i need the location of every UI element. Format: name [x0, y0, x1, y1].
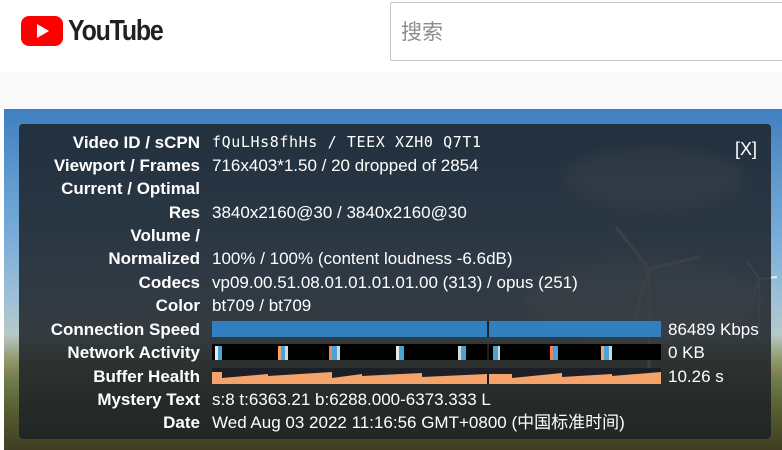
stats-row-color: Color bt709 / bt709 — [19, 294, 771, 317]
stats-value: 10.26 s — [668, 367, 724, 386]
stats-label: Buffer Health — [93, 367, 200, 386]
stats-row-connection-speed: Connection Speed 86489 Kbps — [19, 318, 771, 341]
stats-value: Wed Aug 03 2022 11:16:56 GMT+0800 (中国标准时… — [212, 413, 625, 432]
stats-row-date: Date Wed Aug 03 2022 11:16:56 GMT+0800 (… — [19, 411, 771, 434]
stats-label: Current / Optimal — [61, 179, 200, 198]
youtube-logo[interactable]: YouTube — [20, 15, 178, 47]
buffer-health-graph — [212, 368, 661, 384]
stats-row-normalized: Normalized 100% / 100% (content loudness… — [19, 247, 771, 270]
stats-label: Codecs — [138, 273, 200, 292]
stats-label: Mystery Text — [97, 390, 200, 409]
stats-label: Date — [163, 413, 200, 432]
stats-row-buffer-health: Buffer Health 10.26 s — [19, 365, 771, 388]
connection-speed-graph — [212, 321, 661, 337]
stats-for-nerds-panel: [X] Video ID / sCPN fQuLHs8fhHs / TEEX X… — [19, 124, 771, 439]
stats-label: Volume / — [130, 226, 200, 245]
stats-value: 3840x2160@30 / 3840x2160@30 — [212, 203, 467, 222]
stats-label: Res — [168, 203, 200, 222]
stats-row-current-optimal: Current / Optimal — [19, 177, 771, 200]
stats-label: Color — [155, 296, 200, 315]
stats-label: Connection Speed — [50, 320, 200, 339]
stats-value: 100% / 100% (content loudness -6.6dB) — [212, 249, 513, 268]
stats-row-video-id: Video ID / sCPN fQuLHs8fhHs / TEEX XZH0 … — [19, 131, 771, 154]
network-activity-graph — [212, 344, 661, 360]
stats-value: vp09.00.51.08.01.01.01.01.00 (313) / opu… — [212, 273, 578, 292]
stats-row-codecs: Codecs vp09.00.51.08.01.01.01.01.00 (313… — [19, 271, 771, 294]
stats-row-viewport: Viewport / Frames 716x403*1.50 / 20 drop… — [19, 154, 771, 177]
stats-label: Network Activity — [67, 343, 200, 362]
stats-value: 716x403*1.50 / 20 dropped of 2854 — [212, 156, 479, 175]
stats-row-res: Res 3840x2160@30 / 3840x2160@30 — [19, 201, 771, 224]
stats-value: s:8 t:6363.21 b:6288.000-6373.333 L — [212, 390, 491, 409]
youtube-logo-text: YouTube — [68, 14, 164, 47]
stats-value: fQuLHs8fhHs / TEEX XZH0 Q7T1 — [212, 133, 482, 151]
stats-value: 86489 Kbps — [668, 320, 759, 339]
stats-label: Normalized — [108, 249, 200, 268]
youtube-play-icon — [20, 16, 64, 46]
stats-label: Video ID / sCPN — [72, 133, 200, 152]
stats-row-network-activity: Network Activity 0 KB — [19, 341, 771, 364]
stats-label: Viewport / Frames — [53, 156, 200, 175]
stats-value: bt709 / bt709 — [212, 296, 312, 315]
stats-row-volume: Volume / — [19, 224, 771, 247]
page-spacer — [0, 72, 782, 109]
stats-value: 0 KB — [668, 343, 705, 362]
stats-row-mystery-text: Mystery Text s:8 t:6363.21 b:6288.000-63… — [19, 388, 771, 411]
masthead: YouTube — [0, 0, 782, 72]
search-input[interactable] — [390, 2, 782, 61]
